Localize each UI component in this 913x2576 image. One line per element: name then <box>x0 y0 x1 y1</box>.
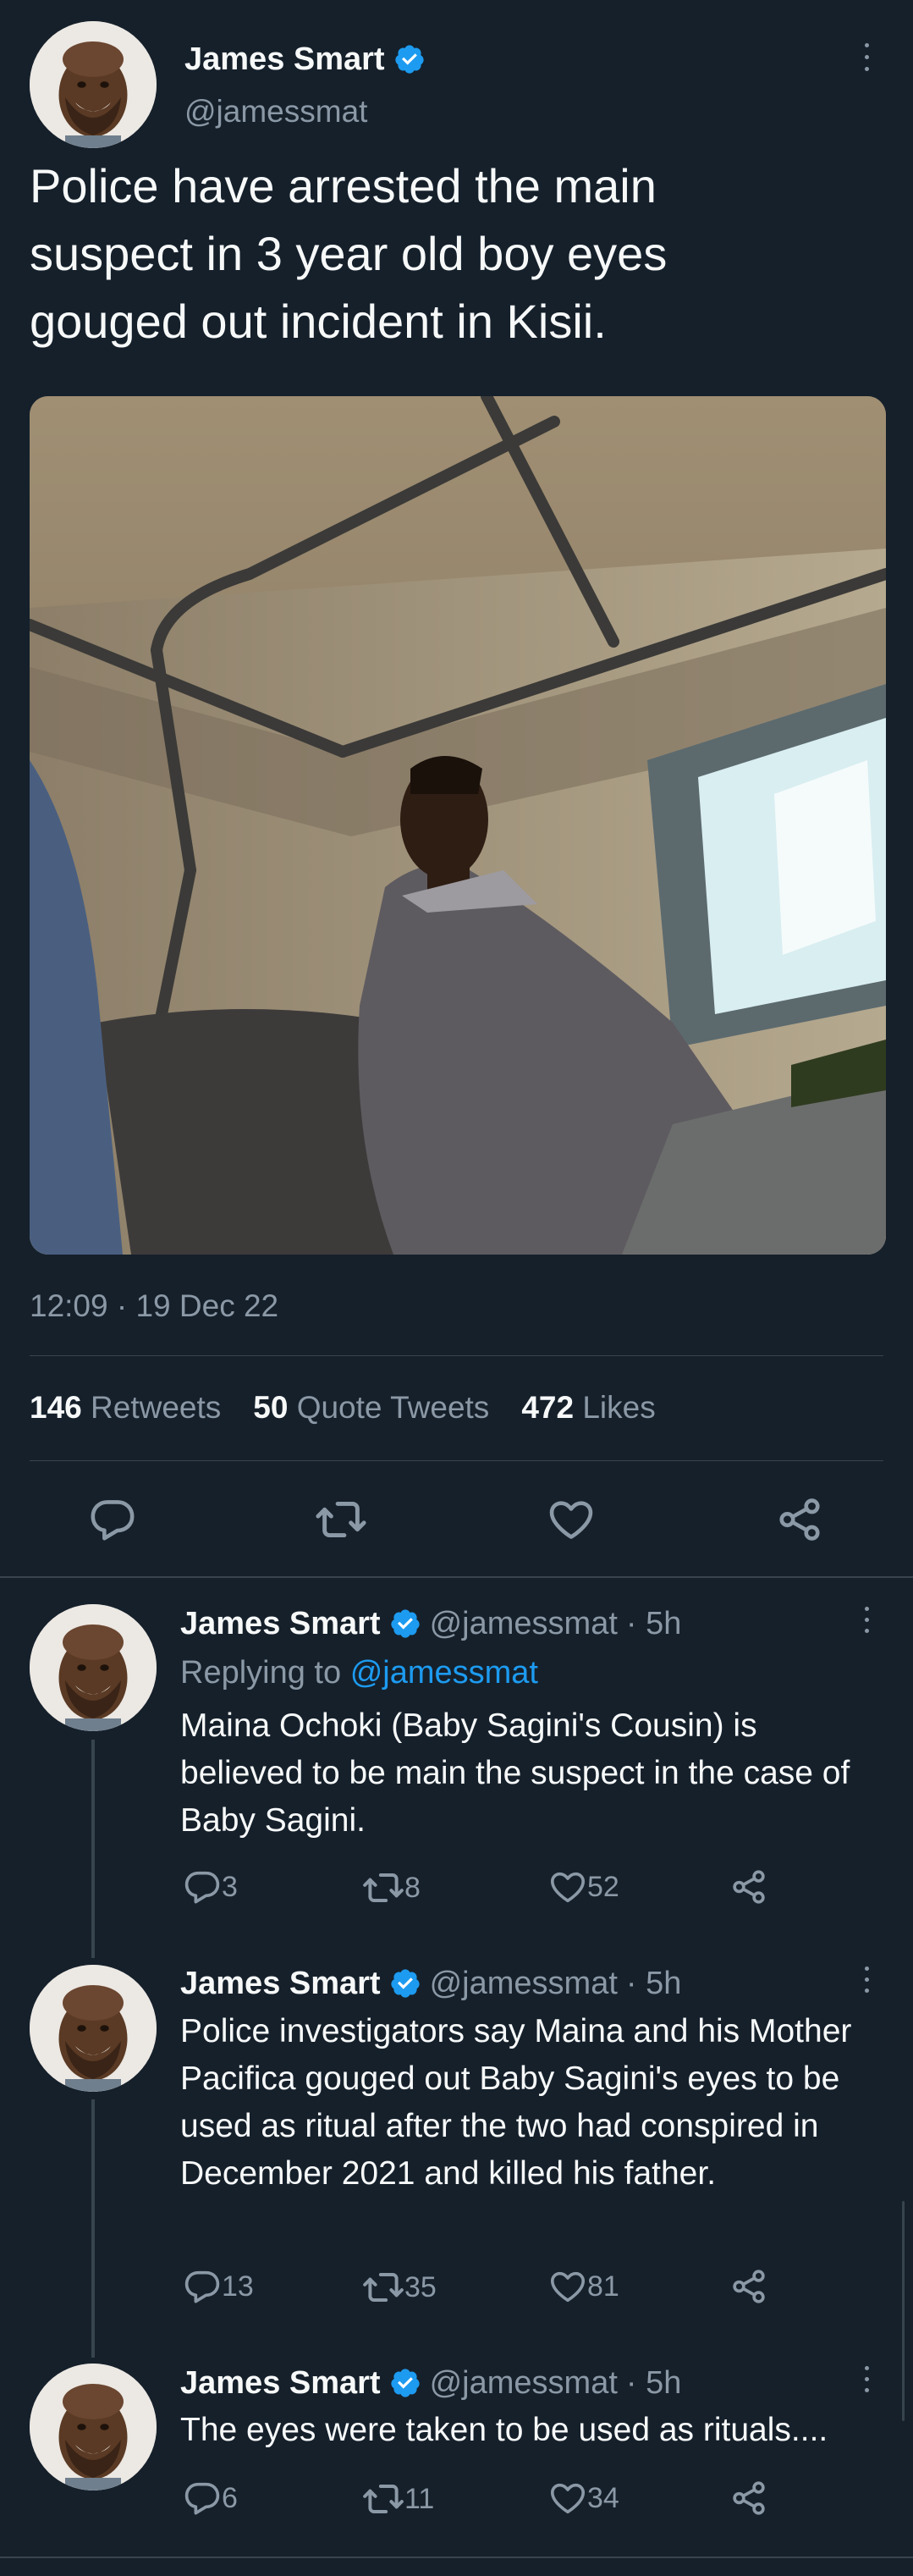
retweet-count: 35 <box>404 2270 437 2303</box>
verified-badge-icon <box>389 1608 421 1640</box>
reply-author-handle[interactable]: @jamessmat <box>430 1962 618 2005</box>
share-icon <box>729 2479 768 2518</box>
retweets-stat[interactable]: 146 Retweets <box>30 1387 221 1429</box>
reply-icon <box>183 2267 222 2306</box>
divider <box>30 1460 883 1461</box>
share-icon <box>729 2267 768 2306</box>
like-count: 34 <box>587 2481 619 2514</box>
share-icon <box>729 1867 768 1906</box>
retweets-count: 146 <box>30 1390 82 1425</box>
reply-time[interactable]: · 5h <box>626 1602 681 1645</box>
verified-badge-icon <box>389 1967 421 2000</box>
more-options-icon[interactable] <box>856 2364 877 2397</box>
likes-label: Likes <box>582 1390 656 1425</box>
reply-text: Maina Ochoki (Baby Sagini's Cousin) is b… <box>180 1707 850 1839</box>
tweet-photo-image <box>30 396 886 1255</box>
verified-badge-icon <box>393 43 426 75</box>
author-handle[interactable]: @jamessmat <box>184 91 367 132</box>
reply-button[interactable]: 13 <box>183 2267 254 2306</box>
replying-to-handle[interactable]: @jamessmat <box>350 1655 538 1691</box>
reply-button[interactable]: 6 <box>183 2479 238 2518</box>
reply-count: 6 <box>222 2481 238 2514</box>
reply-author-handle[interactable]: @jamessmat <box>430 1602 618 1645</box>
tweet-timestamp[interactable]: 12:09 · 19 Dec 22 <box>30 1285 278 1327</box>
share-button[interactable] <box>729 2479 768 2518</box>
reply-avatar[interactable] <box>30 1965 157 2092</box>
quotes-label: Quote Tweets <box>296 1390 490 1425</box>
thread-connector <box>91 1740 95 1958</box>
replying-to: Replying to @jamessmat <box>180 1652 538 1694</box>
reply-icon <box>183 1867 222 1906</box>
like-icon <box>548 1867 587 1906</box>
retweet-button[interactable]: 11 <box>362 2478 434 2520</box>
retweet-button[interactable]: 8 <box>362 1867 421 1909</box>
likes-count: 472 <box>521 1390 575 1425</box>
reply-count: 13 <box>222 2270 254 2303</box>
divider <box>30 1355 883 1356</box>
more-options-icon[interactable] <box>856 1604 877 1638</box>
replying-to-label: Replying to <box>180 1655 342 1691</box>
share-button[interactable] <box>729 1867 768 1906</box>
reply-avatar[interactable] <box>30 2364 157 2491</box>
reply-icon <box>183 2479 222 2518</box>
tweet-photo[interactable] <box>30 396 886 1255</box>
reply-time[interactable]: · 5h <box>626 1962 681 2005</box>
author-avatar-image <box>30 21 157 148</box>
retweet-count: 8 <box>404 1871 421 1904</box>
reply-avatar-image <box>30 2364 157 2491</box>
like-count: 81 <box>587 2270 619 2303</box>
retweet-icon[interactable] <box>315 1493 367 1546</box>
verified-badge-icon <box>389 2367 421 2399</box>
reply-author-handle[interactable]: @jamessmat <box>430 2362 618 2404</box>
like-button[interactable]: 81 <box>548 2267 619 2306</box>
reply-time[interactable]: · 5h <box>626 2362 681 2404</box>
thread-connector <box>91 2099 95 2358</box>
retweet-button[interactable]: 35 <box>362 2266 437 2308</box>
author-name-row[interactable]: James Smart <box>184 39 426 80</box>
quotes-stat[interactable]: 50 Quote Tweets <box>253 1387 489 1429</box>
reply-count: 3 <box>222 1870 238 1903</box>
share-icon[interactable] <box>775 1495 824 1544</box>
reply-icon[interactable] <box>88 1495 137 1544</box>
retweet-icon <box>362 1867 404 1909</box>
reply-avatar[interactable] <box>30 1604 157 1731</box>
reply-avatar-image <box>30 1965 157 2092</box>
likes-stat[interactable]: 472 Likes <box>521 1387 655 1429</box>
reply-avatar-image <box>30 1604 157 1731</box>
reply-author-name[interactable]: James Smart <box>180 1602 381 1645</box>
section-divider <box>0 1576 913 1578</box>
reply-author-name[interactable]: James Smart <box>180 2362 381 2404</box>
retweet-count: 11 <box>404 2482 435 2515</box>
retweets-label: Retweets <box>91 1390 222 1425</box>
like-count: 52 <box>587 1870 619 1903</box>
reply-author-name[interactable]: James Smart <box>180 1962 381 2005</box>
reply-text: Police investigators say Maina and his M… <box>180 2013 852 2192</box>
reply-header: James Smart @jamessmat · 5h <box>180 2362 681 2404</box>
more-options-icon[interactable] <box>856 41 877 74</box>
quotes-count: 50 <box>253 1390 289 1425</box>
reply-text: The eyes were taken to be used as ritual… <box>180 2412 828 2448</box>
reply-header: James Smart @jamessmat · 5h <box>180 1962 681 2005</box>
more-options-icon[interactable] <box>856 1964 877 1998</box>
reply-header: James Smart @jamessmat · 5h <box>180 1602 681 1645</box>
like-button[interactable]: 34 <box>548 2479 619 2518</box>
author-avatar[interactable] <box>30 21 157 148</box>
tweet-stats: 146 Retweets 50 Quote Tweets 472 Likes <box>30 1387 656 1429</box>
like-icon <box>548 2267 587 2306</box>
retweet-icon <box>362 2478 404 2520</box>
scrollbar[interactable] <box>902 2201 905 2421</box>
tweet-text: Police have arrested the main suspect in… <box>30 159 668 348</box>
like-icon <box>548 2479 587 2518</box>
retweet-icon <box>362 2266 404 2308</box>
section-divider <box>0 2557 913 2558</box>
like-button[interactable]: 52 <box>548 1867 619 1906</box>
author-name[interactable]: James Smart <box>184 39 385 80</box>
reply-button[interactable]: 3 <box>183 1867 238 1906</box>
like-icon[interactable] <box>547 1495 596 1544</box>
share-button[interactable] <box>729 2267 768 2306</box>
